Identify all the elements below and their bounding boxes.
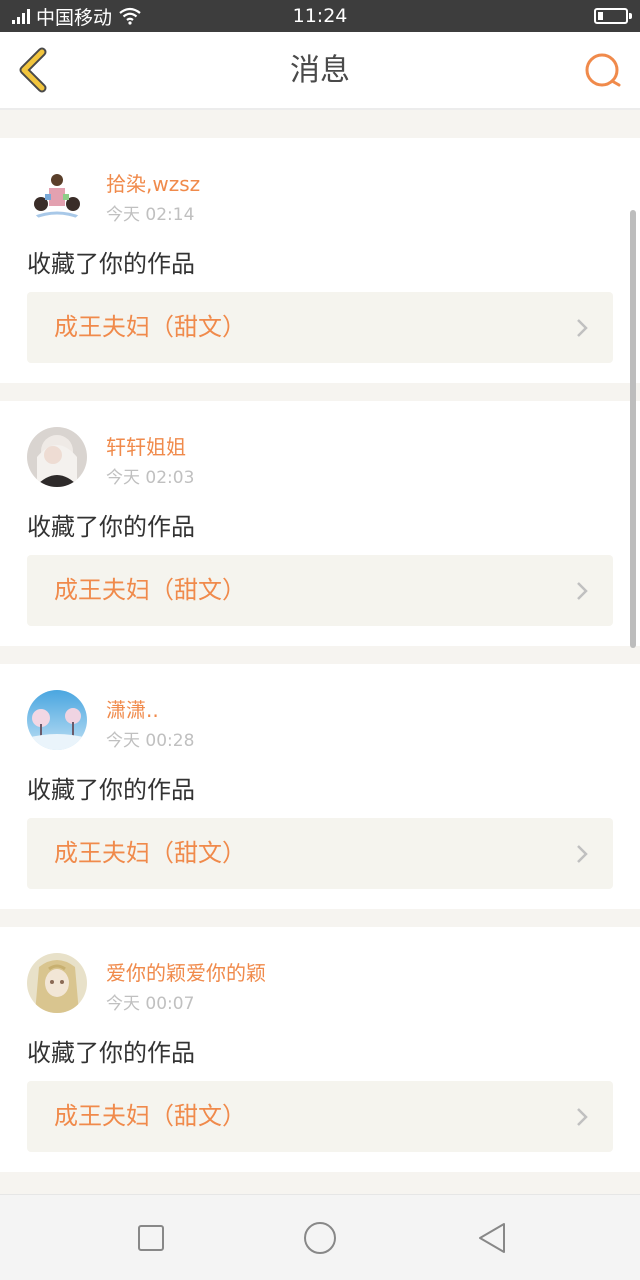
- timestamp: 今天 00:07: [106, 994, 195, 1014]
- action-text: 收藏了你的作品: [27, 776, 195, 804]
- scrollbar[interactable]: [630, 210, 636, 648]
- circle-icon: [304, 1222, 336, 1254]
- username[interactable]: 爱你的颖爱你的颖: [106, 957, 266, 986]
- notification-card[interactable]: 拾染,wzsz 今天 02:14 收藏了你的作品 成王夫妇（甜文）: [0, 138, 640, 383]
- username[interactable]: 潇潇..: [106, 694, 159, 723]
- message-list[interactable]: 拾染,wzsz 今天 02:14 收藏了你的作品 成王夫妇（甜文） 轩轩姐姐 今…: [0, 110, 640, 1194]
- username[interactable]: 拾染,wzsz: [106, 168, 200, 197]
- work-title: 成王夫妇（甜文）: [54, 313, 246, 341]
- notification-card[interactable]: 潇潇.. 今天 00:28 收藏了你的作品 成王夫妇（甜文）: [0, 664, 640, 909]
- avatar[interactable]: [27, 690, 87, 750]
- timestamp: 今天 02:14: [106, 205, 195, 225]
- battery-icon: [594, 8, 632, 24]
- search-button[interactable]: [580, 48, 628, 94]
- chevron-left-icon: [19, 47, 47, 93]
- notification-card[interactable]: 轩轩姐姐 今天 02:03 收藏了你的作品 成王夫妇（甜文）: [0, 401, 640, 646]
- search-icon: [585, 53, 621, 87]
- avatar[interactable]: [27, 427, 87, 487]
- avatar[interactable]: [27, 953, 87, 1013]
- notification-card[interactable]: 爱你的颖爱你的颖 今天 00:07 收藏了你的作品 成王夫妇（甜文）: [0, 927, 640, 1172]
- status-time: 11:24: [292, 5, 348, 27]
- action-text: 收藏了你的作品: [27, 513, 195, 541]
- username[interactable]: 轩轩姐姐: [106, 431, 186, 460]
- action-text: 收藏了你的作品: [27, 1039, 195, 1067]
- page-title: 消息: [290, 53, 350, 88]
- status-bar: 中国移动 11:24: [0, 0, 640, 32]
- work-title: 成王夫妇（甜文）: [54, 1102, 246, 1130]
- work-link[interactable]: 成王夫妇（甜文）: [27, 292, 613, 363]
- chevron-right-icon: [577, 1108, 588, 1126]
- action-text: 收藏了你的作品: [27, 250, 195, 278]
- triangle-back-icon: [479, 1223, 505, 1253]
- timestamp: 今天 00:28: [106, 731, 195, 751]
- system-nav-bar: [0, 1194, 640, 1280]
- home-button[interactable]: [302, 1220, 338, 1256]
- timestamp: 今天 02:03: [106, 468, 195, 488]
- chevron-right-icon: [577, 845, 588, 863]
- work-link[interactable]: 成王夫妇（甜文）: [27, 1081, 613, 1152]
- work-link[interactable]: 成王夫妇（甜文）: [27, 818, 613, 889]
- back-button[interactable]: [12, 46, 60, 94]
- chevron-right-icon: [577, 319, 588, 337]
- chevron-right-icon: [577, 582, 588, 600]
- square-icon: [138, 1225, 164, 1251]
- work-title: 成王夫妇（甜文）: [54, 839, 246, 867]
- header: 消息: [0, 32, 640, 110]
- recent-apps-button[interactable]: [133, 1220, 169, 1256]
- work-title: 成王夫妇（甜文）: [54, 576, 246, 604]
- avatar[interactable]: [27, 164, 87, 224]
- nav-back-button[interactable]: [474, 1220, 510, 1256]
- work-link[interactable]: 成王夫妇（甜文）: [27, 555, 613, 626]
